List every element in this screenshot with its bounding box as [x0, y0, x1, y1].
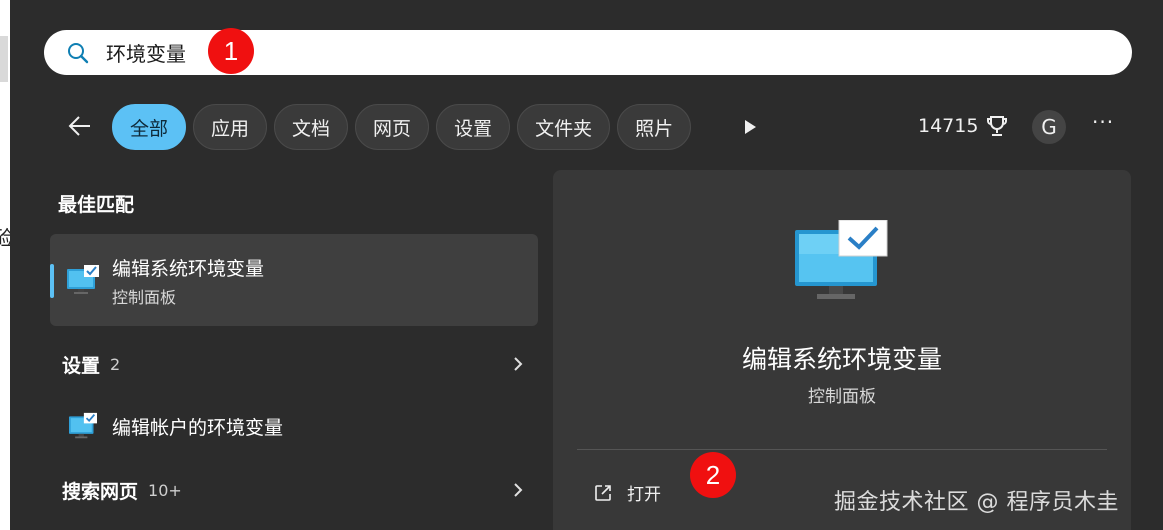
env-vars-account-result[interactable]: 编辑帐户的环境变量 [50, 400, 538, 452]
selection-indicator [50, 264, 54, 298]
settings-category-label: 设置 [62, 354, 101, 377]
search-icon [68, 43, 89, 64]
points-value: 14715 [918, 115, 979, 137]
best-match-result[interactable]: 编辑系统环境变量 控制面板 [50, 234, 538, 326]
filter-tab-photos[interactable]: 照片 [617, 104, 692, 150]
result-preview-pane: 编辑系统环境变量 控制面板 打开 [553, 170, 1131, 530]
background-strip [0, 36, 8, 82]
back-arrow-icon[interactable] [64, 110, 96, 142]
preview-title: 编辑系统环境变量 [741, 345, 942, 374]
system-properties-large-icon [795, 220, 888, 299]
search-web-count: 10+ [148, 480, 182, 500]
settings-category-count: 2 [110, 354, 121, 374]
watermark-text: 掘金技术社区 @ 程序员木圭 [834, 490, 1119, 515]
more-options-button[interactable]: ··· [1092, 110, 1114, 134]
chevron-right-icon [514, 483, 523, 497]
account-avatar[interactable]: G [1032, 110, 1066, 144]
open-action-label: 打开 [627, 485, 661, 505]
search-web-label: 搜索网页 [62, 480, 139, 503]
filter-tab-documents[interactable]: 文档 [274, 104, 349, 150]
chevron-right-icon [514, 357, 523, 371]
trophy-icon [987, 116, 1008, 136]
filter-tab-all[interactable]: 全部 [112, 104, 187, 150]
filter-tab-settings[interactable]: 设置 [436, 104, 511, 150]
system-properties-icon [69, 412, 97, 439]
preview-divider [577, 449, 1107, 450]
windows-search-panel: 1 全部 应用 文档 网页 设置 文件夹 照片 14715 G ··· 最佳匹配 [10, 0, 1163, 530]
rewards-points[interactable]: 14715 [918, 114, 1008, 138]
settings-category-row[interactable]: 设置 2 [50, 338, 538, 390]
best-match-heading: 最佳匹配 [58, 194, 135, 216]
open-external-icon [595, 484, 611, 501]
filter-tab-web[interactable]: 网页 [355, 104, 430, 150]
filter-tabs: 全部 应用 文档 网页 设置 文件夹 照片 [112, 104, 692, 150]
best-match-subtitle: 控制面板 [112, 288, 177, 307]
annotation-badge-1: 1 [208, 28, 254, 74]
search-web-category-row[interactable]: 搜索网页 10+ [50, 464, 538, 516]
env-vars-account-label: 编辑帐户的环境变量 [112, 416, 284, 439]
filter-tab-apps[interactable]: 应用 [193, 104, 268, 150]
preview-subtitle: 控制面板 [808, 387, 876, 407]
annotation-badge-2: 2 [690, 452, 736, 498]
best-match-title: 编辑系统环境变量 [112, 258, 265, 280]
filter-tab-folders[interactable]: 文件夹 [517, 104, 611, 150]
play-more-icon[interactable] [740, 116, 760, 138]
open-action-button[interactable]: 打开 [593, 480, 661, 505]
system-properties-icon [67, 265, 99, 294]
background-window-edge: 硷 [0, 0, 14, 530]
